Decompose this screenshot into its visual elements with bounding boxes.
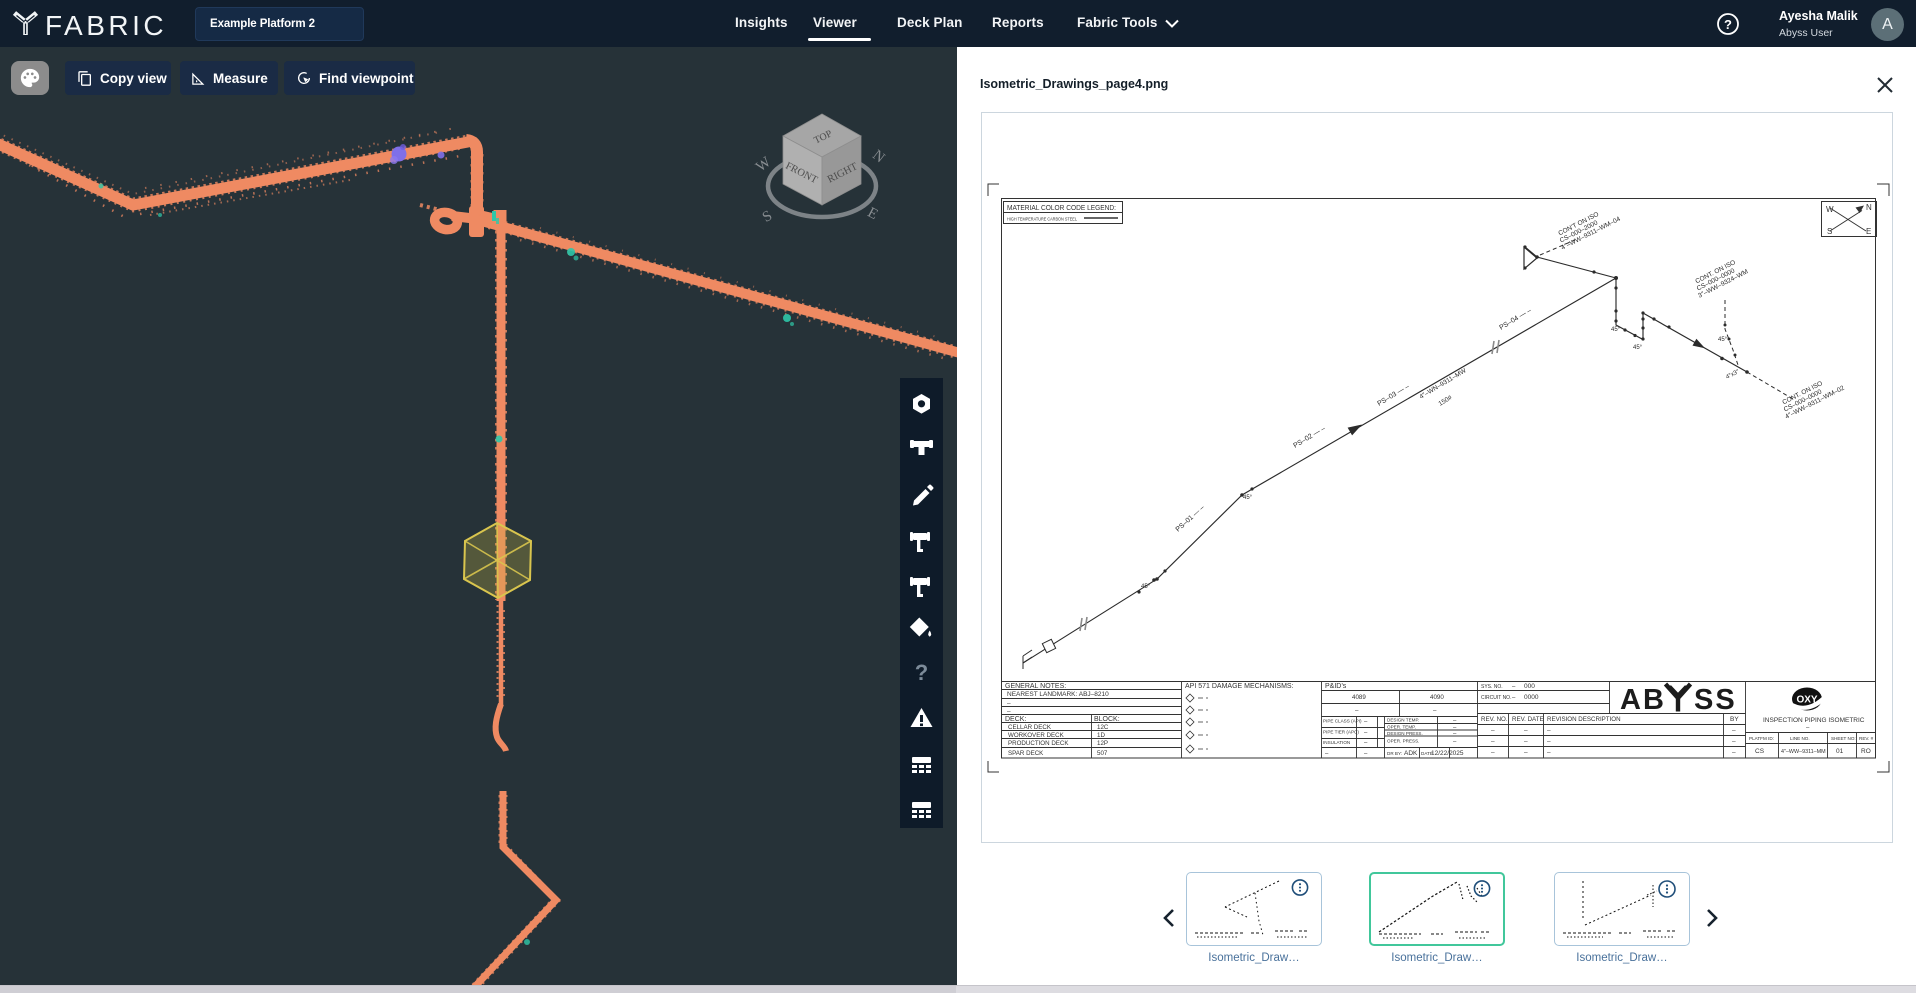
svg-text:000: 000 bbox=[1524, 683, 1535, 690]
svg-text:W: W bbox=[1826, 205, 1834, 214]
svg-text:OPER. PRESS.: OPER. PRESS. bbox=[1387, 739, 1419, 744]
svg-text:SPAR DECK: SPAR DECK bbox=[1008, 750, 1044, 757]
svg-text:4″–WN–9311–MW: 4″–WN–9311–MW bbox=[1418, 367, 1468, 401]
svg-text:INSULATION: INSULATION bbox=[1323, 740, 1350, 745]
svg-text:PS–04 — –: PS–04 — – bbox=[1498, 307, 1532, 331]
svg-text:1D: 1D bbox=[1097, 732, 1105, 739]
svg-text:–: – bbox=[1325, 751, 1329, 757]
svg-text:45°: 45° bbox=[1141, 584, 1151, 590]
svg-text:4″–WW–9311–MM: 4″–WW–9311–MM bbox=[1781, 749, 1826, 755]
svg-text:4089: 4089 bbox=[1352, 694, 1366, 701]
svg-text:–: – bbox=[1491, 749, 1495, 756]
svg-text:PIPE TIER (APC): PIPE TIER (APC) bbox=[1323, 730, 1359, 735]
svg-text:–: – bbox=[1007, 708, 1011, 715]
svg-text:REVISION DESCRIPTION: REVISION DESCRIPTION bbox=[1547, 716, 1621, 723]
svg-text:CS: CS bbox=[1755, 748, 1765, 755]
svg-text:–: – bbox=[1364, 751, 1368, 757]
svg-text:REV. NO.: REV. NO. bbox=[1481, 716, 1508, 723]
svg-text:MATERIAL COLOR CODE LEGEND:: MATERIAL COLOR CODE LEGEND: bbox=[1007, 205, 1116, 212]
svg-text:PLATFM ID:: PLATFM ID: bbox=[1749, 736, 1774, 741]
svg-text:HIGH TEMPERATURE CARBON STEEL: HIGH TEMPERATURE CARBON STEEL bbox=[1007, 217, 1077, 222]
svg-text:DESIGN PRESS.: DESIGN PRESS. bbox=[1387, 731, 1423, 736]
svg-text:PS–01 — –: PS–01 — – bbox=[1175, 504, 1206, 533]
svg-text:–: – bbox=[1355, 707, 1359, 714]
svg-text:–: – bbox=[1524, 727, 1528, 734]
svg-text:–: – bbox=[1364, 730, 1368, 736]
svg-text:PS–02 — –: PS–02 — – bbox=[1292, 425, 1326, 449]
svg-text:E: E bbox=[865, 205, 881, 223]
svg-text:E: E bbox=[1866, 227, 1871, 236]
svg-text:WORKOVER DECK: WORKOVER DECK bbox=[1008, 732, 1065, 739]
svg-text:API 571 DAMAGE MECHANISMS:: API 571 DAMAGE MECHANISMS: bbox=[1185, 683, 1294, 690]
svg-text:–: – bbox=[1547, 738, 1551, 745]
svg-text:S: S bbox=[760, 208, 775, 226]
svg-text:–: – bbox=[1364, 741, 1368, 747]
svg-text:N: N bbox=[869, 147, 888, 166]
svg-text:BLOCK:: BLOCK: bbox=[1094, 716, 1120, 723]
svg-text:–: – bbox=[1512, 695, 1516, 701]
svg-text:OPER. TEMP.: OPER. TEMP. bbox=[1387, 725, 1416, 730]
svg-text:RO: RO bbox=[1861, 748, 1871, 755]
svg-text:DR BY:: DR BY: bbox=[1387, 751, 1402, 756]
svg-text:–: – bbox=[1007, 700, 1011, 707]
svg-text:12/22/2025: 12/22/2025 bbox=[1431, 750, 1464, 757]
svg-text:REV. DATE: REV. DATE bbox=[1512, 716, 1544, 723]
svg-text:–: – bbox=[1806, 725, 1810, 731]
svg-text:–: – bbox=[1732, 738, 1736, 745]
svg-text:–: – bbox=[1512, 684, 1516, 690]
svg-text:–: – bbox=[1524, 738, 1528, 745]
svg-text:DECK:: DECK: bbox=[1005, 716, 1026, 723]
svg-text:GENERAL NOTES:: GENERAL NOTES: bbox=[1005, 683, 1066, 690]
svg-text:AB: AB bbox=[1620, 684, 1666, 716]
svg-text:N: N bbox=[1866, 203, 1872, 212]
svg-text:–: – bbox=[1491, 727, 1495, 734]
svg-text:–: – bbox=[1732, 749, 1736, 756]
svg-text:12P: 12P bbox=[1097, 740, 1108, 747]
svg-text:–: – bbox=[1547, 727, 1551, 734]
svg-text:S: S bbox=[1827, 227, 1832, 236]
svg-text:45°: 45° bbox=[1633, 345, 1643, 351]
svg-text:–: – bbox=[1491, 738, 1495, 745]
svg-text:SHEET NO:: SHEET NO: bbox=[1831, 736, 1856, 741]
svg-text:CELLAR DECK: CELLAR DECK bbox=[1008, 724, 1052, 731]
svg-text:SS: SS bbox=[1694, 684, 1737, 716]
svg-text:?: ? bbox=[1724, 17, 1732, 32]
svg-text:BY: BY bbox=[1730, 716, 1739, 723]
svg-text:OXY: OXY bbox=[1796, 695, 1817, 706]
svg-text:–: – bbox=[1433, 707, 1437, 714]
svg-text:SYS. NO.: SYS. NO. bbox=[1481, 684, 1503, 690]
svg-text:150#: 150# bbox=[1437, 394, 1453, 408]
svg-text:45°: 45° bbox=[1718, 337, 1728, 343]
svg-text:CIRCUIT NO.: CIRCUIT NO. bbox=[1481, 695, 1511, 701]
svg-text:PRODUCTION DECK: PRODUCTION DECK bbox=[1008, 740, 1069, 747]
svg-text:–: – bbox=[1547, 749, 1551, 756]
svg-text:ADK: ADK bbox=[1404, 750, 1418, 757]
svg-text:4090: 4090 bbox=[1430, 694, 1444, 701]
svg-text:–: – bbox=[1732, 727, 1736, 734]
svg-text:45°: 45° bbox=[1243, 495, 1253, 501]
svg-text:?: ? bbox=[915, 660, 928, 685]
svg-text:P&ID’s: P&ID’s bbox=[1325, 683, 1347, 690]
svg-text:01: 01 bbox=[1836, 748, 1844, 755]
svg-text:–: – bbox=[1524, 749, 1528, 756]
svg-text:507: 507 bbox=[1097, 750, 1108, 757]
svg-text:12C: 12C bbox=[1097, 724, 1109, 731]
svg-text:45°: 45° bbox=[1611, 327, 1621, 333]
svg-text:4″x3″: 4″x3″ bbox=[1725, 369, 1741, 381]
svg-text:PIPE CLASS (API): PIPE CLASS (API) bbox=[1323, 719, 1362, 724]
svg-text:–: – bbox=[1453, 739, 1457, 745]
svg-text:PS–03 — –: PS–03 — – bbox=[1376, 383, 1410, 407]
svg-text:–: – bbox=[1364, 719, 1368, 725]
svg-text:REV. #: REV. # bbox=[1859, 736, 1874, 741]
svg-text:INSPECTION PIPING ISOMETRIC: INSPECTION PIPING ISOMETRIC bbox=[1763, 717, 1865, 724]
svg-text:LINE NO.: LINE NO. bbox=[1790, 736, 1810, 741]
svg-text:DESIGN TEMP.: DESIGN TEMP. bbox=[1387, 718, 1419, 723]
svg-text:0000: 0000 bbox=[1524, 694, 1539, 701]
svg-text:NEAREST LANDMARK: ABJ–8210: NEAREST LANDMARK: ABJ–8210 bbox=[1007, 691, 1109, 698]
